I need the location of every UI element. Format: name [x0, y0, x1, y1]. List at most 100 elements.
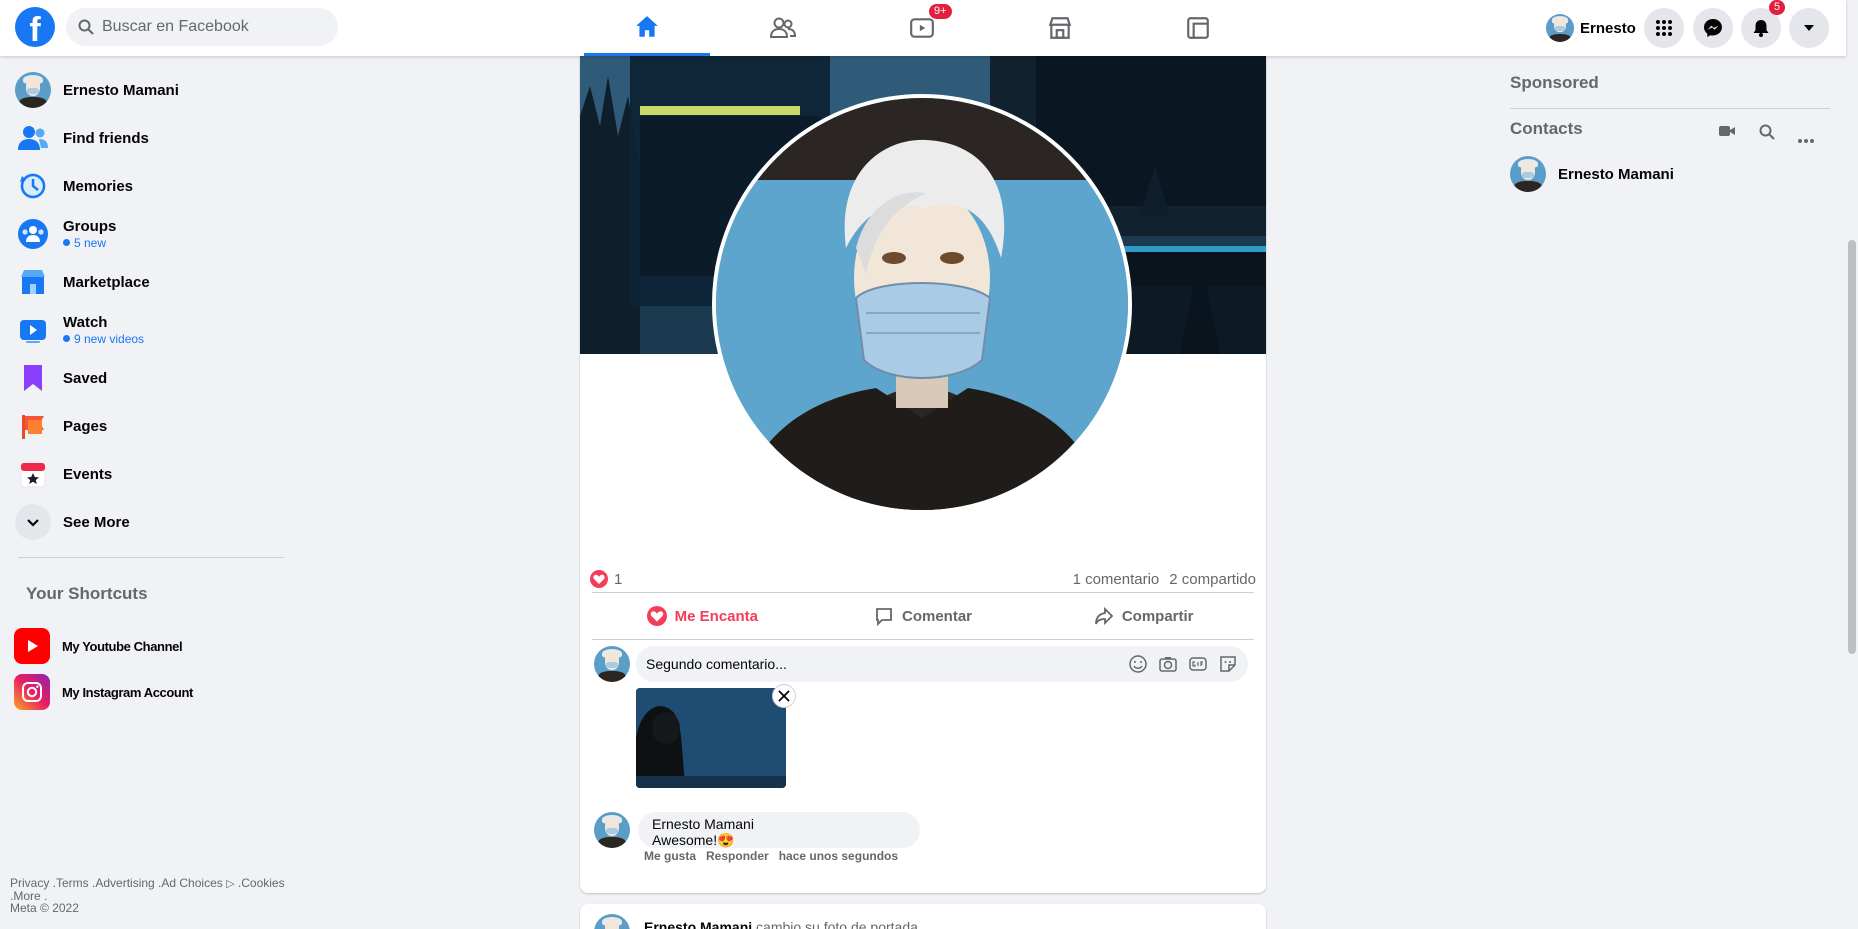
- love-button[interactable]: Me Encanta: [592, 597, 813, 635]
- groups-label: Groups: [63, 218, 117, 235]
- sidebar-item-label: Pages: [63, 417, 108, 435]
- sidebar-item-find-friends[interactable]: Find friends: [8, 114, 288, 162]
- comments-count[interactable]: 1 comentario: [1073, 571, 1160, 588]
- comment-author[interactable]: Ernesto Mamani: [652, 816, 908, 832]
- comment-timestamp[interactable]: hace unos segundos: [779, 849, 898, 863]
- shortcuts-title: Your Shortcuts: [26, 584, 148, 603]
- messenger-button[interactable]: [1693, 8, 1733, 48]
- friends-icon: [15, 120, 51, 156]
- contacts-options-button[interactable]: [1798, 130, 1814, 148]
- search-icon: [1759, 124, 1775, 140]
- attached-image: [636, 688, 786, 788]
- post-actions: Me Encanta Comentar Compartir: [592, 592, 1254, 640]
- comment-button[interactable]: Comentar: [813, 597, 1034, 635]
- sidebar-item-label: Find friends: [63, 129, 149, 147]
- profile-name: Ernesto: [1580, 19, 1636, 37]
- groups-new-count: 5 new: [63, 236, 116, 250]
- more-icon: [1798, 139, 1814, 143]
- profile-picture[interactable]: [712, 94, 1132, 514]
- sidebar-item-profile[interactable]: Ernesto Mamani: [8, 66, 288, 114]
- footer-links-line1[interactable]: Privacy .Terms .Advertising .Ad Choices: [10, 876, 223, 890]
- contact-name: Ernesto Mamani: [1558, 165, 1674, 183]
- gif-icon[interactable]: [1188, 654, 1208, 674]
- heart-icon: [646, 606, 667, 626]
- reactions-count[interactable]: 1: [614, 571, 622, 588]
- share-label: Compartir: [1121, 607, 1194, 625]
- next-post-header: Ernesto Mamani cambio su foto de portada: [644, 919, 918, 929]
- sidebar-item-pages[interactable]: Pages: [8, 402, 288, 450]
- new-room-button[interactable]: [1718, 124, 1736, 143]
- sidebar-item-see-more[interactable]: See More: [8, 498, 288, 546]
- sticker-icon[interactable]: [1218, 654, 1238, 674]
- calendar-icon: [15, 456, 51, 492]
- avatar[interactable]: [594, 812, 630, 848]
- tab-gaming[interactable]: [1135, 0, 1261, 56]
- notifications-button[interactable]: 5: [1741, 0, 1786, 48]
- scrollbar-thumb[interactable]: [1848, 240, 1856, 654]
- search-bar[interactable]: [66, 8, 338, 46]
- profile-picture-illustration: [716, 98, 1128, 510]
- comment-label: Comentar: [902, 607, 973, 625]
- post-stats: 1 1 comentario 2 compartido: [590, 564, 1256, 594]
- friends-icon: [769, 17, 797, 38]
- sidebar-item-watch[interactable]: Watch 9 new videos: [8, 306, 288, 354]
- comment-icon: [876, 608, 892, 626]
- camera-icon[interactable]: [1158, 654, 1178, 674]
- tab-home[interactable]: [584, 0, 710, 56]
- watch-label: Watch: [63, 314, 108, 331]
- bookmark-icon: [15, 360, 51, 396]
- bell-icon: [1753, 20, 1769, 37]
- composer-icons: [1128, 654, 1238, 674]
- facebook-logo[interactable]: f: [15, 7, 55, 47]
- sidebar-item-events[interactable]: Events: [8, 450, 288, 498]
- tab-friends[interactable]: [720, 0, 846, 56]
- right-divider: [1510, 108, 1830, 109]
- tab-marketplace[interactable]: [997, 0, 1123, 56]
- remove-attachment-button[interactable]: [772, 684, 796, 708]
- video-camera-icon: [1719, 126, 1735, 136]
- emoji-icon[interactable]: [1128, 654, 1148, 674]
- home-icon: [636, 15, 658, 37]
- avatar[interactable]: [594, 914, 630, 929]
- shares-count[interactable]: 2 compartido: [1169, 571, 1256, 588]
- comment-input[interactable]: [646, 656, 1106, 672]
- comment-composer: [594, 646, 1254, 682]
- messenger-icon: [1704, 19, 1722, 37]
- instagram-icon: [14, 674, 50, 710]
- tab-watch[interactable]: 9+: [859, 0, 985, 56]
- comment-meta: Me gusta Responder hace unos segundos: [644, 849, 898, 863]
- search-input[interactable]: [102, 18, 302, 36]
- next-post-action: cambio su foto de portada: [752, 919, 918, 929]
- shortcut-label: My Youtube Channel: [62, 638, 183, 654]
- comment-like-link[interactable]: Me gusta: [644, 849, 696, 863]
- search-contacts-button[interactable]: [1759, 124, 1775, 145]
- comment-reply-link[interactable]: Responder: [706, 849, 769, 863]
- footer-copyright: Meta © 2022: [10, 901, 79, 915]
- marketplace-icon: [1048, 17, 1072, 39]
- comment-box[interactable]: [636, 646, 1248, 682]
- sidebar-item-groups[interactable]: Groups 5 new: [8, 210, 288, 258]
- watch-badge: 9+: [929, 4, 952, 19]
- sidebar-item-label: Memories: [63, 177, 134, 195]
- shortcut-instagram[interactable]: My Instagram Account: [14, 672, 193, 712]
- sidebar-item-label: Groups 5 new: [63, 218, 116, 250]
- next-post-author[interactable]: Ernesto Mamani: [644, 919, 752, 929]
- menu-button[interactable]: [1644, 8, 1684, 48]
- sidebar-item-memories[interactable]: Memories: [8, 162, 288, 210]
- close-icon: [778, 690, 790, 702]
- account-button[interactable]: [1789, 8, 1829, 48]
- sidebar-divider: [18, 557, 284, 558]
- footer-cookies-link[interactable]: .Cookies: [235, 876, 285, 890]
- contacts-title: Contacts: [1510, 119, 1583, 138]
- contact-item[interactable]: Ernesto Mamani: [1510, 154, 1674, 194]
- shortcut-youtube[interactable]: My Youtube Channel: [14, 626, 183, 666]
- sidebar-item-saved[interactable]: Saved: [8, 354, 288, 402]
- caret-down-icon: [1804, 25, 1814, 31]
- sidebar-item-label: Ernesto Mamani: [63, 81, 179, 99]
- profile-chip[interactable]: Ernesto: [1540, 11, 1642, 45]
- share-button[interactable]: Compartir: [1033, 597, 1254, 635]
- watch-new-count: 9 new videos: [63, 332, 144, 346]
- page-scrollbar[interactable]: [1846, 0, 1858, 929]
- avatar: [15, 72, 51, 108]
- sidebar-item-marketplace[interactable]: Marketplace: [8, 258, 288, 306]
